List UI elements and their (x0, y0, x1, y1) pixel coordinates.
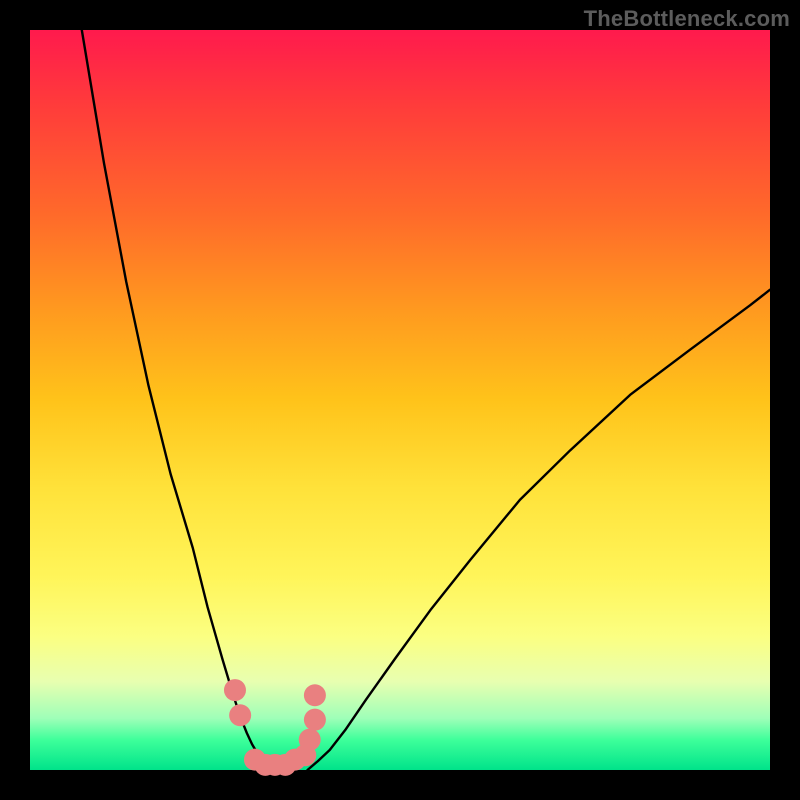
data-dot (229, 704, 251, 726)
watermark-label: TheBottleneck.com (584, 6, 790, 32)
data-dot (299, 729, 321, 751)
data-dot (224, 679, 246, 701)
plot-area (30, 30, 770, 770)
chart-frame: TheBottleneck.com (0, 0, 800, 800)
right-curve (308, 290, 771, 770)
data-dot (304, 709, 326, 731)
dot-layer (224, 679, 326, 776)
curve-layer (82, 30, 770, 770)
chart-svg (30, 30, 770, 770)
data-dot (304, 684, 326, 706)
left-curve (82, 30, 282, 770)
